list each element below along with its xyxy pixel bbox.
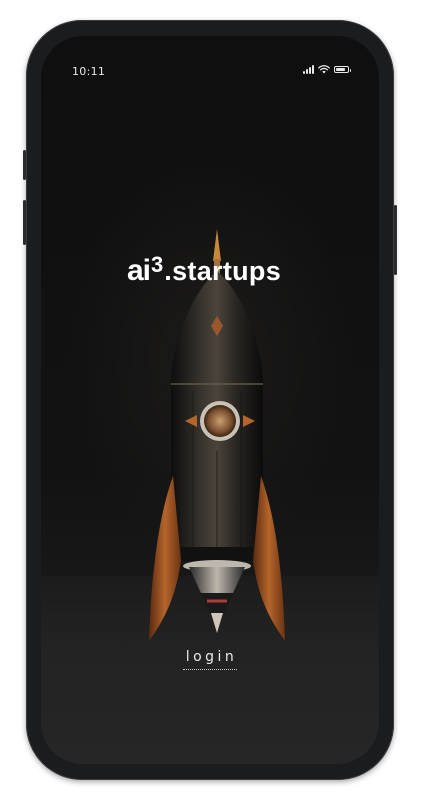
logo-suffix: .startups	[164, 256, 282, 286]
status-bar: 10:11	[41, 36, 379, 84]
logo-prefix: ai	[127, 254, 151, 287]
brand-logo: ai 3 .startups	[127, 252, 282, 288]
login-link[interactable]: login	[182, 649, 238, 670]
status-time: 10:11	[72, 65, 106, 78]
phone-volume-button-left	[23, 200, 26, 245]
phone-power-button-right	[394, 205, 397, 275]
battery-level-fill	[336, 68, 346, 71]
cellular-signal-icon	[303, 65, 314, 74]
battery-icon	[334, 66, 351, 73]
wifi-icon	[318, 65, 330, 74]
login-container: login	[41, 646, 379, 670]
status-icons	[303, 65, 351, 74]
phone-side-button-left	[23, 150, 26, 180]
logo-superscript: 3	[151, 252, 164, 277]
app-screen: 10:11 ai 3 .startups login	[41, 36, 379, 764]
